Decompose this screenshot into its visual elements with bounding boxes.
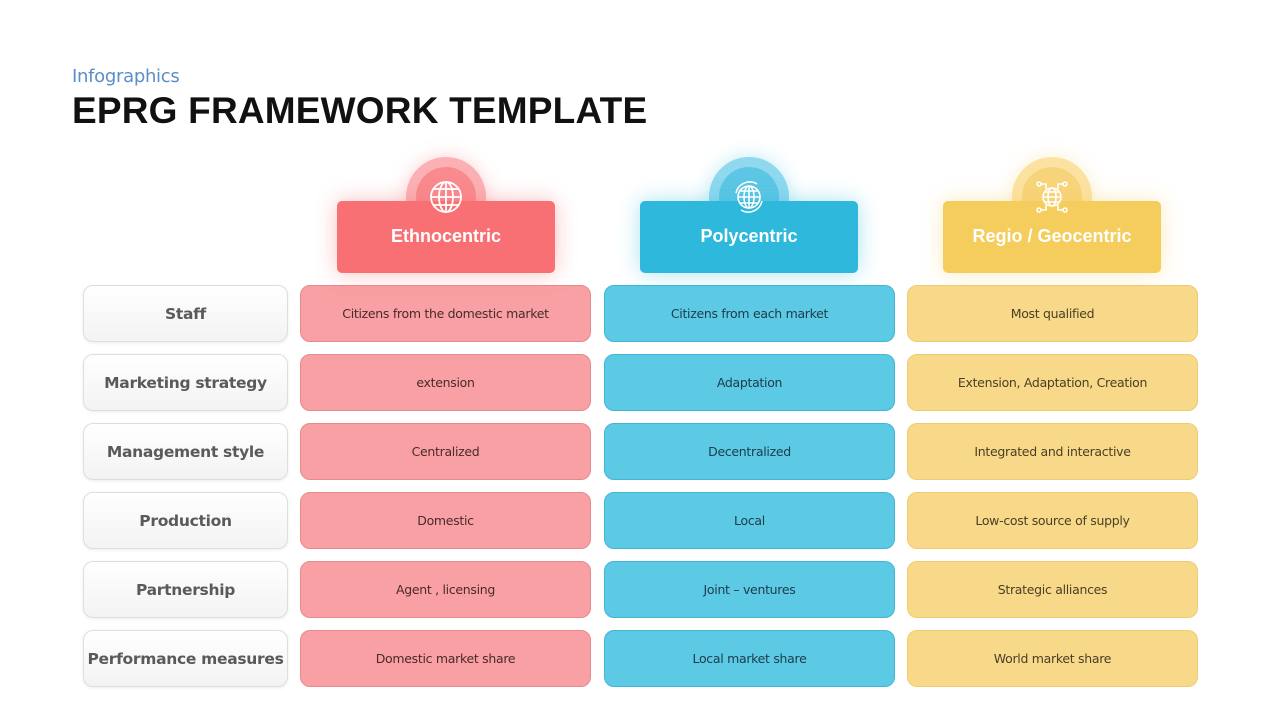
cell-ethnocentric-partnership: Agent , licensing [300,561,591,618]
globe-icon [426,177,466,217]
cell-geocentric-staff: Most qualified [907,285,1198,342]
cell-polycentric-marketing-strategy: Adaptation [604,354,895,411]
row-label-marketing-strategy: Marketing strategy [83,354,288,411]
row-label-staff: Staff [83,285,288,342]
row-label-performance-measures: Performance measures [83,630,288,687]
cell-geocentric-marketing-strategy: Extension, Adaptation, Creation [907,354,1198,411]
cell-polycentric-partnership: Joint – ventures [604,561,895,618]
cell-geocentric-performance-measures: World market share [907,630,1198,687]
column-header-ethnocentric: Ethnocentric [337,157,555,273]
globe-cycle-icon [729,177,769,217]
row-label-management-style: Management style [83,423,288,480]
cell-ethnocentric-management-style: Centralized [300,423,591,480]
row-label-partnership: Partnership [83,561,288,618]
column-header-polycentric: Polycentric [640,157,858,273]
column-header-label: Polycentric [700,225,798,246]
cell-polycentric-production: Local [604,492,895,549]
cell-geocentric-management-style: Integrated and interactive [907,423,1198,480]
cell-polycentric-staff: Citizens from each market [604,285,895,342]
cell-geocentric-production: Low-cost source of supply [907,492,1198,549]
row-label-production: Production [83,492,288,549]
slide-subtitle: Infographics [72,66,180,87]
column-header-label: Ethnocentric [390,225,501,246]
cell-ethnocentric-performance-measures: Domestic market share [300,630,591,687]
cell-polycentric-management-style: Decentralized [604,423,895,480]
cell-polycentric-performance-measures: Local market share [604,630,895,687]
cell-geocentric-partnership: Strategic alliances [907,561,1198,618]
cell-ethnocentric-marketing-strategy: extension [300,354,591,411]
column-header-regio-geocentric: Regio / Geocentric [943,157,1161,273]
cell-ethnocentric-staff: Citizens from the domestic market [300,285,591,342]
cell-ethnocentric-production: Domestic [300,492,591,549]
slide-title: EPRG FRAMEWORK TEMPLATE [72,90,648,131]
globe-network-icon [1032,177,1072,217]
column-header-label: Regio / Geocentric [972,225,1132,246]
